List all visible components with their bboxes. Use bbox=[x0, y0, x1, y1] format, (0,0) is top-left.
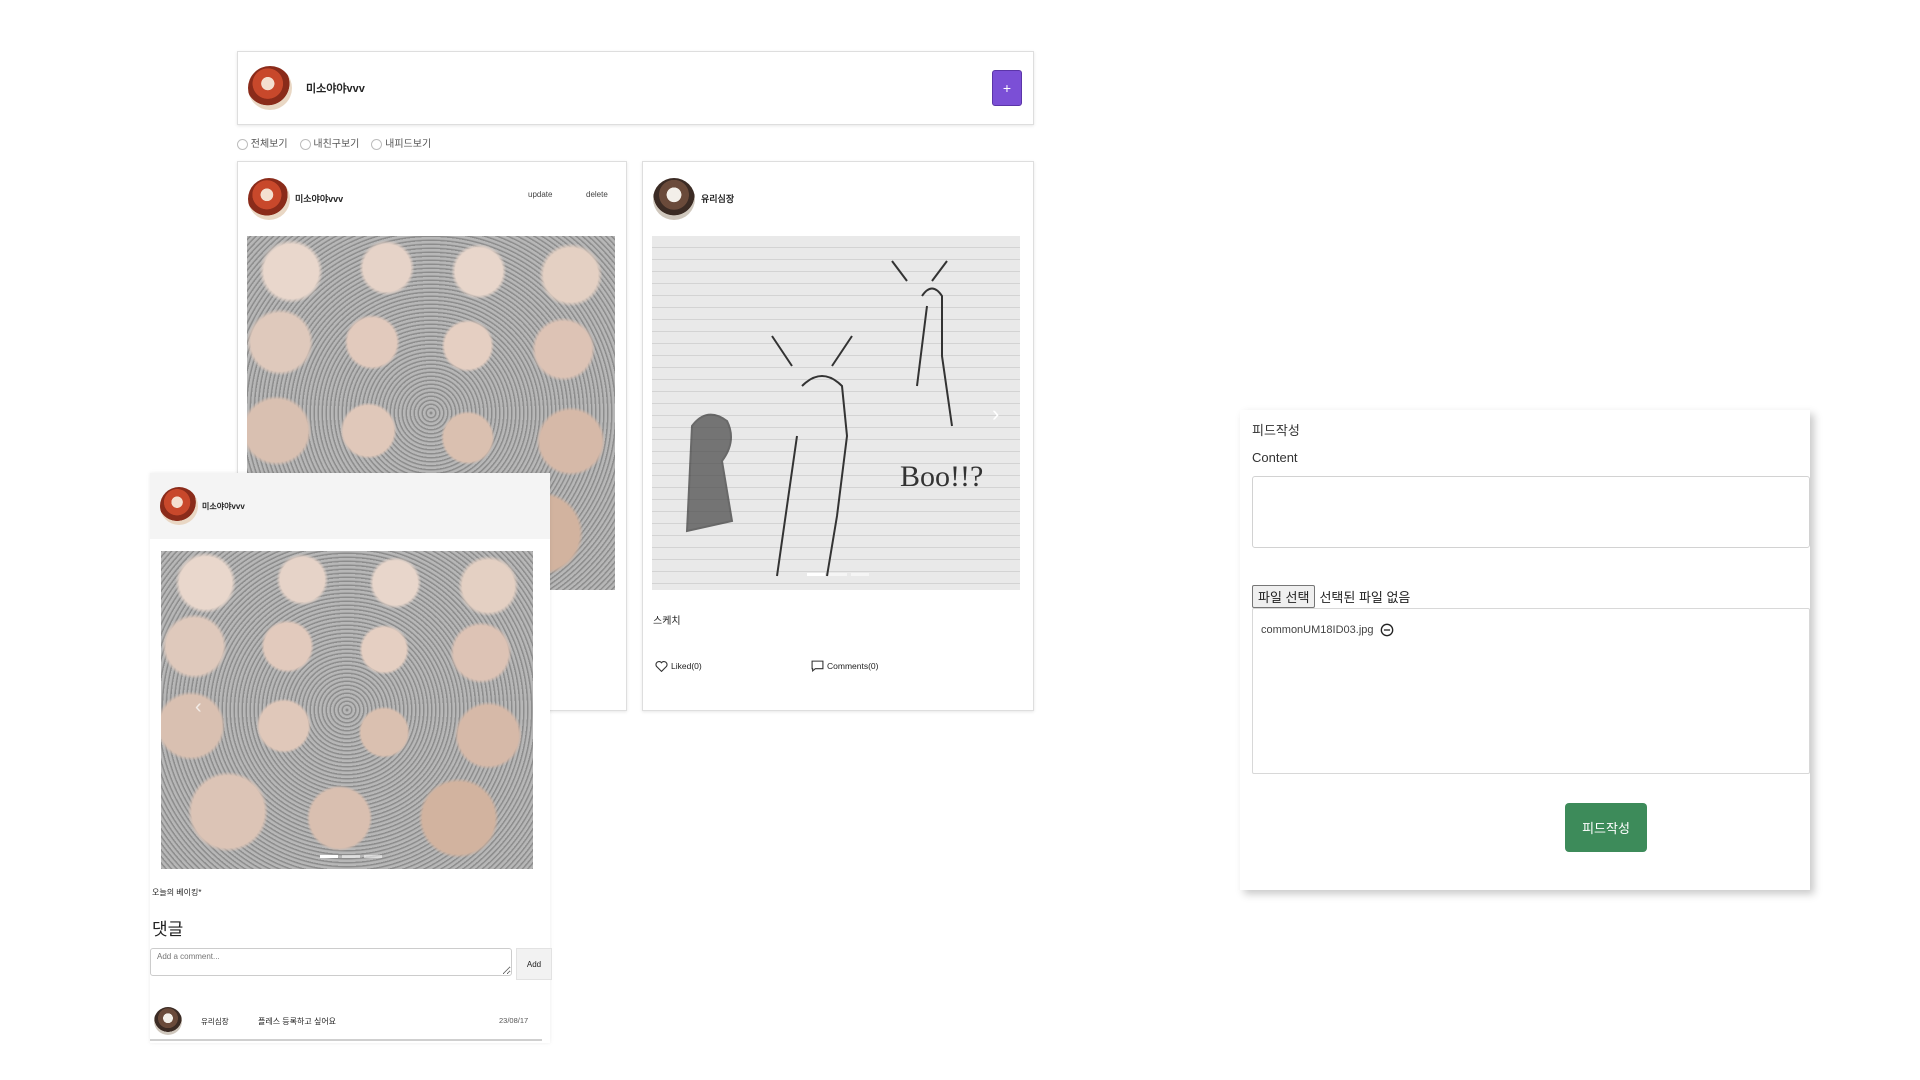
feed-username: 미소야야vvv bbox=[295, 194, 344, 204]
sketch-drawing: Boo!!? › bbox=[685, 260, 999, 577]
filter-label: 내피드보기 bbox=[385, 139, 432, 150]
avatar bbox=[248, 66, 292, 110]
plus-icon: + bbox=[1002, 80, 1012, 96]
feed-content: 스케치 bbox=[653, 616, 681, 627]
carousel-indicators[interactable] bbox=[320, 855, 382, 858]
attached-files-area: commonUM18ID03.jpg bbox=[1252, 608, 1810, 774]
modal-feed-image: ‹ bbox=[161, 551, 533, 869]
file-chooser[interactable]: 파일 선택 선택된 파일 없음 bbox=[1252, 585, 1410, 608]
update-link[interactable]: update bbox=[528, 190, 552, 199]
filter-all[interactable]: 전체보기 bbox=[237, 135, 288, 150]
avatar bbox=[248, 178, 290, 220]
profile-header-card: 미소야야vvv + bbox=[237, 51, 1034, 125]
radio-button[interactable] bbox=[237, 138, 248, 150]
radio-button[interactable] bbox=[299, 138, 311, 150]
header-username: 미소야야vvv bbox=[306, 83, 365, 95]
filter-label: 내친구보기 bbox=[313, 139, 360, 150]
attached-file-item: commonUM18ID03.jpg bbox=[1261, 623, 1394, 637]
delete-link[interactable]: delete bbox=[586, 190, 608, 199]
comment-author: 유리심장 bbox=[201, 1017, 229, 1026]
content-label: Content bbox=[1252, 450, 1298, 465]
content-textarea[interactable] bbox=[1252, 476, 1810, 548]
add-comment-label: Add bbox=[526, 959, 542, 969]
chevron-left-icon[interactable]: ‹ bbox=[195, 696, 202, 719]
comment-row: 유리심장 플레스 등록하고 싶어요 23/08/17 bbox=[150, 1003, 542, 1041]
heart-icon bbox=[655, 661, 668, 672]
add-comment-button[interactable]: Add bbox=[516, 948, 552, 980]
feed-detail-modal: 미소야야vvv ‹ 오늘의 베이킹* 댓글 Add 유리심장 플레스 등록하고 … bbox=[150, 473, 552, 1043]
liked-count: Liked(0) bbox=[671, 661, 702, 671]
chevron-right-icon[interactable]: › bbox=[992, 401, 999, 426]
submit-label: 피드작성 bbox=[1582, 821, 1630, 836]
comments-button[interactable]: Comments(0) bbox=[811, 660, 878, 672]
comments-count: Comments(0) bbox=[827, 661, 879, 671]
modal-content: 오늘의 베이킹* bbox=[152, 888, 202, 897]
feed-username: 유리심장 bbox=[701, 194, 735, 204]
comment-icon bbox=[811, 660, 824, 672]
remove-circle-icon[interactable] bbox=[1380, 623, 1394, 637]
radio-button[interactable] bbox=[371, 138, 383, 150]
avatar bbox=[154, 1007, 182, 1035]
feed-image-sketch: Boo!!? › bbox=[652, 236, 1020, 590]
submit-feed-button[interactable]: 피드작성 bbox=[1565, 803, 1647, 852]
choose-file-button[interactable]: 파일 선택 bbox=[1252, 585, 1316, 608]
feed-filter-group: 전체보기 내친구보기 내피드보기 bbox=[237, 135, 431, 150]
comment-date: 23/08/17 bbox=[499, 1016, 529, 1025]
feed-card: 유리심장 Boo!!? › 스케치 Liked(0) Comments(0) bbox=[642, 161, 1034, 711]
filter-mine[interactable]: 내피드보기 bbox=[371, 135, 431, 150]
sketch-text: Boo!!? bbox=[900, 460, 983, 493]
comment-text: 플레스 등록하고 싶어요 bbox=[258, 1017, 337, 1026]
add-feed-button[interactable]: + bbox=[992, 70, 1022, 106]
modal-username: 미소야야vvv bbox=[202, 502, 245, 511]
modal-header: 미소야야vvv bbox=[150, 473, 550, 539]
write-panel-title: 피드작성 bbox=[1252, 423, 1300, 438]
file-status: 선택된 파일 없음 bbox=[1319, 590, 1411, 605]
avatar bbox=[653, 178, 695, 220]
comment-heading: 댓글 bbox=[152, 920, 184, 939]
comment-input[interactable] bbox=[150, 948, 512, 976]
write-feed-panel: 피드작성 Content 파일 선택 선택된 파일 없음 commonUM18I… bbox=[1240, 410, 1810, 890]
carousel-indicators[interactable] bbox=[807, 573, 869, 576]
avatar bbox=[160, 487, 198, 525]
filter-label: 전체보기 bbox=[250, 139, 288, 150]
like-button[interactable]: Liked(0) bbox=[655, 660, 702, 672]
filter-friends[interactable]: 내친구보기 bbox=[299, 135, 360, 150]
attached-file-name: commonUM18ID03.jpg bbox=[1261, 624, 1374, 636]
